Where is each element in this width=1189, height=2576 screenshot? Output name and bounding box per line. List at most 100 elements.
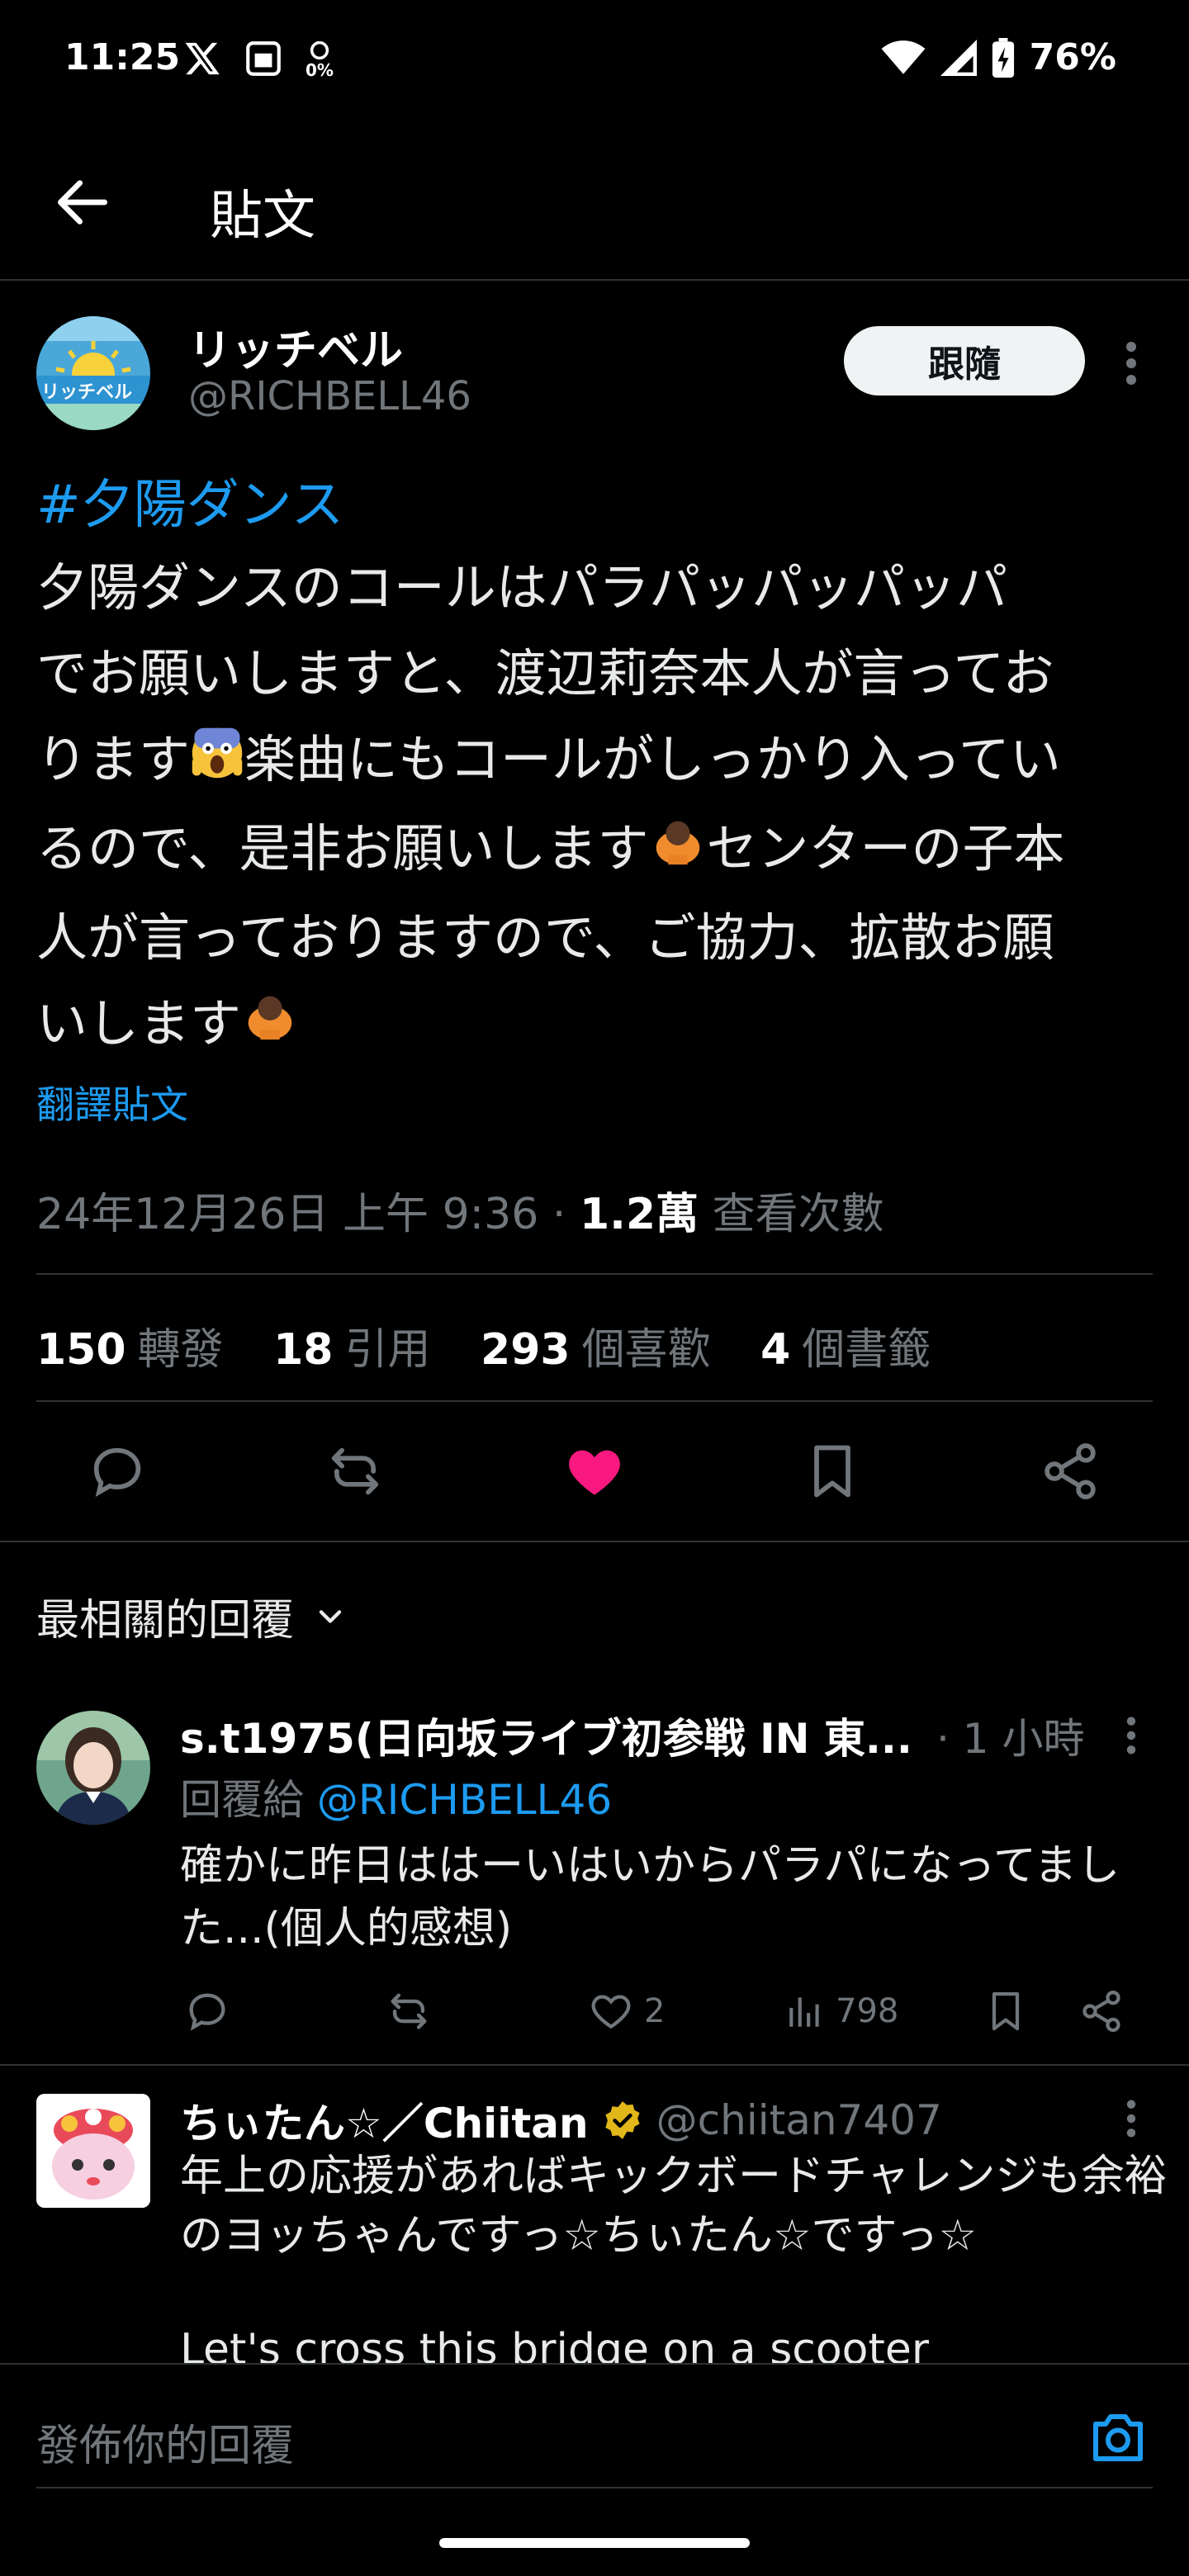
- bookmark-icon: [814, 1445, 850, 1498]
- reply-more-button[interactable]: [1118, 1714, 1144, 1757]
- reply-like-button[interactable]: 2: [588, 1985, 665, 2038]
- likes-label: 個喜歡: [581, 1325, 711, 1375]
- more-vertical-icon: [1126, 1717, 1136, 1754]
- mascot-image: [36, 2094, 150, 2208]
- reposts-label: 轉發: [137, 1325, 224, 1375]
- analytics-bar-icon: [789, 1997, 819, 2027]
- reply-bookmark-button[interactable]: [983, 1985, 1029, 2038]
- status-notification-icons: 0%: [183, 38, 334, 79]
- more-vertical-icon: [1126, 2100, 1136, 2138]
- divider: [36, 1400, 1153, 1402]
- back-button[interactable]: [50, 169, 116, 235]
- likes-count: 293: [481, 1325, 571, 1375]
- like-button[interactable]: [563, 1440, 626, 1503]
- reposts-count: 150: [36, 1325, 126, 1375]
- battery-charging-icon: [992, 37, 1014, 78]
- quotes-label: 引用: [344, 1325, 431, 1375]
- more-options-button[interactable]: [1115, 339, 1148, 388]
- post-text-segment: るので、是非お願いします: [36, 817, 649, 878]
- post-text-line: でお願いしますと、渡辺莉奈本人が言ってお: [36, 643, 1054, 703]
- hashtag-link[interactable]: #夕陽ダンス: [36, 462, 343, 538]
- post-text-line: 人が言っておりますので、ご協力、拡散お願: [36, 907, 1054, 968]
- camera-icon: [1093, 2414, 1143, 2461]
- views-count: 1.2萬: [579, 1190, 699, 1239]
- divider: [36, 1273, 1153, 1275]
- signal-icon: [940, 39, 977, 76]
- follow-button[interactable]: 跟隨: [844, 326, 1085, 395]
- person-bowing-emoji-icon: [649, 809, 707, 895]
- replies-sort-label: 最相關的回覆: [36, 1596, 295, 1646]
- reply-author-name: ちぃたん☆／Chiitan: [180, 2100, 589, 2147]
- status-time: 11:25: [64, 36, 181, 78]
- person-bowing-emoji-icon: [241, 984, 299, 1070]
- arrow-left-icon: [58, 180, 107, 225]
- reply-icon: [189, 1993, 225, 2031]
- replies-sort-dropdown[interactable]: 最相關的回覆: [36, 1585, 348, 1647]
- bookmarks-count: 4: [760, 1325, 791, 1375]
- post-meta: 24年12月26日 上午 9:36 · 1.2萬 查看次數: [36, 1179, 884, 1241]
- reply-like-count: 2: [644, 1992, 666, 2030]
- reply-to-label: 回覆給: [180, 1776, 304, 1824]
- page-title: 貼文: [210, 186, 315, 247]
- reply-author-handle: @chiitan7407: [656, 2096, 942, 2144]
- author-name[interactable]: リッチベル: [188, 315, 403, 377]
- author-avatar[interactable]: リッチベル: [36, 316, 150, 430]
- camera-button[interactable]: [1088, 2409, 1148, 2464]
- post-text-line: いします: [36, 981, 1176, 1070]
- quotes-stat[interactable]: 18 引用: [273, 1325, 430, 1375]
- bookmark-icon: [992, 1991, 1020, 2031]
- reply-views-button[interactable]: 798: [784, 1985, 898, 2038]
- meta-separator: ·: [552, 1190, 566, 1239]
- post-text-segment: 楽曲にもコールがしっかり入ってい: [244, 729, 1061, 789]
- repost-icon: [331, 1447, 379, 1495]
- reply-text-english: Let's cross this bridge on a scooter: [180, 2325, 930, 2363]
- reply-avatar[interactable]: [36, 2094, 150, 2208]
- reply-to-line: 回覆給 @RICHBELL46: [180, 1767, 612, 1826]
- compose-underline: [36, 2487, 1153, 2488]
- reply-input[interactable]: 發佈你的回覆: [36, 2411, 294, 2473]
- likes-stat[interactable]: 293 個喜歡: [481, 1325, 711, 1375]
- translate-post-link[interactable]: 翻譯貼文: [36, 1075, 188, 1129]
- reply-author[interactable]: ちぃたん☆／Chiitan @chiitan7407: [180, 2091, 942, 2150]
- wifi-icon: [881, 40, 926, 74]
- divider: [0, 1541, 1189, 1542]
- post-text-segment: センターの子本: [706, 817, 1065, 878]
- reply-author-name[interactable]: s.t1975(日向坂ライブ初参戦 IN 東...: [180, 1706, 912, 1765]
- reply-avatar[interactable]: [36, 1711, 150, 1825]
- post-stats: 150 轉發 18 引用 293 個喜歡 4 個書籤: [36, 1314, 967, 1376]
- data-saver-icon: [310, 40, 329, 60]
- screaming-face-emoji-icon: [190, 720, 244, 806]
- author-handle[interactable]: @RICHBELL46: [188, 373, 471, 419]
- bookmark-button[interactable]: [801, 1440, 864, 1503]
- verified-badge-icon: [605, 2101, 640, 2139]
- share-icon: [1082, 1991, 1120, 2032]
- post-text-line: るので、是非お願いします センターの子本: [36, 806, 1176, 895]
- views-label: 查看次數: [712, 1190, 884, 1239]
- reply-button[interactable]: [86, 1440, 149, 1503]
- quotes-count: 18: [273, 1325, 334, 1375]
- data-saver-indicator: 0%: [306, 39, 334, 78]
- reply-more-button[interactable]: [1118, 2097, 1144, 2140]
- reposts-stat[interactable]: 150 轉發: [36, 1325, 224, 1375]
- post-text-segment: ります: [36, 729, 191, 789]
- heart-icon: [591, 1995, 631, 2029]
- reply-share-button[interactable]: [1078, 1985, 1125, 2038]
- status-system-icons: 76%: [881, 36, 1116, 78]
- post-text-line: ります 楽曲にもコールがしっかり入ってい: [36, 717, 1176, 806]
- x-logo-icon: [185, 42, 220, 75]
- bookmarks-label: 個書籤: [802, 1325, 931, 1375]
- reply-time: · 1 小時: [936, 1715, 1085, 1763]
- repost-icon: [391, 1993, 427, 2029]
- reply-repost-button[interactable]: [385, 1985, 433, 2038]
- home-indicator[interactable]: [439, 2538, 750, 2548]
- post-text: 夕陽ダンスのコールはパラパッパッパッパ でお願いしますと、渡辺莉奈本人が言ってお…: [36, 545, 1176, 1070]
- sunset-logo-image: [36, 316, 150, 430]
- reply-reply-button[interactable]: [183, 1985, 231, 2038]
- share-icon: [1045, 1443, 1096, 1499]
- reply-text: 年上の応援があればキックボードチャレンジも余裕のヨッちゃんですっ☆ちぃたん☆です…: [180, 2152, 1168, 2261]
- share-button[interactable]: [1039, 1440, 1101, 1503]
- heart-filled-icon: [569, 1450, 620, 1495]
- bookmarks-stat[interactable]: 4 個書籤: [760, 1325, 931, 1375]
- reply-to-handle[interactable]: @RICHBELL46: [317, 1776, 612, 1824]
- repost-button[interactable]: [324, 1440, 386, 1503]
